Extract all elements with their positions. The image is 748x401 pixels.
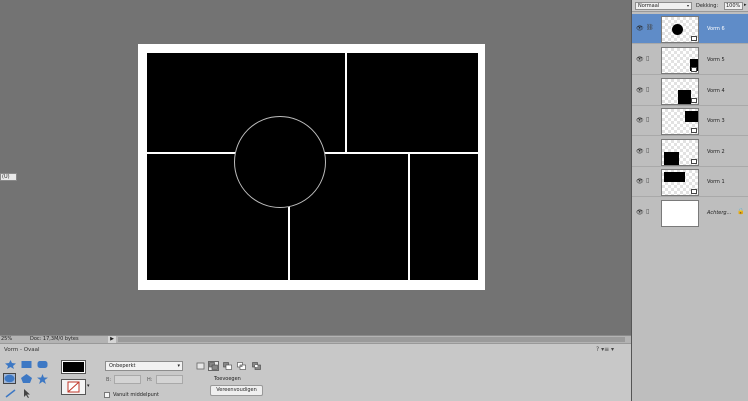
polygon-icon[interactable]: [20, 373, 33, 384]
layer-name[interactable]: Vorm 1: [707, 179, 725, 185]
geometry-style-dropdown[interactable]: Onbeperkt ▾: [105, 361, 183, 371]
layer-name[interactable]: Vorm 4: [707, 88, 725, 94]
selection-arrow-icon[interactable]: [20, 388, 33, 399]
add-shape-mode-icon[interactable]: [208, 361, 219, 371]
status-menu-arrow-icon[interactable]: ▶: [108, 336, 116, 343]
zoom-level[interactable]: 25%: [1, 336, 12, 343]
chevron-down-icon: ▾: [177, 363, 180, 369]
help-menu-icon[interactable]: ? ▾≡ ▾: [596, 346, 614, 353]
new-shape-mode-icon[interactable]: [195, 361, 206, 371]
layer-row[interactable]: 👁 ▯ Achterg... 🔒: [632, 198, 748, 228]
subtract-shape-mode-icon[interactable]: [222, 361, 233, 371]
tool-options-bar: Vorm - Ovaal ? ▾≡ ▾ ▾ Onbeperkt ▾ B: H: …: [0, 343, 631, 401]
link-icon[interactable]: ▯: [646, 177, 649, 184]
link-icon[interactable]: ▯: [646, 55, 649, 62]
layer-name[interactable]: Vorm 3: [707, 118, 725, 124]
layer-thumbnail: [661, 78, 699, 105]
custom-shape-icon[interactable]: [4, 359, 17, 370]
document-info: Doc: 17,3M/0 bytes: [30, 336, 79, 342]
layer-name[interactable]: Vorm 6: [707, 26, 725, 32]
shape-color-swatch[interactable]: [61, 360, 86, 374]
eye-icon[interactable]: 👁: [636, 87, 644, 94]
width-field[interactable]: [114, 375, 141, 384]
layer-row[interactable]: 👁 ▯ Vorm 3: [632, 106, 748, 136]
chevron-down-icon: ▾: [686, 3, 689, 8]
lock-icon[interactable]: 🔒: [737, 208, 744, 215]
eye-icon[interactable]: 👁: [636, 117, 644, 124]
horizontal-scrollbar[interactable]: [118, 337, 625, 342]
document-workspace[interactable]: (U): [0, 0, 631, 335]
opacity-label: Dekking:: [696, 3, 719, 9]
layer-name[interactable]: Vorm 5: [707, 57, 725, 63]
rectangle-icon[interactable]: [20, 359, 33, 370]
intersect-shape-mode-icon[interactable]: [236, 361, 247, 371]
eye-icon[interactable]: 👁: [636, 148, 644, 155]
blend-mode-value: Normaal: [638, 3, 660, 9]
opacity-input[interactable]: 100%: [724, 2, 743, 10]
link-icon[interactable]: ▯: [646, 86, 649, 93]
eye-icon[interactable]: 👁: [636, 25, 644, 32]
from-center-label: Vanuit middelpunt: [113, 392, 159, 398]
rounded-rectangle-icon[interactable]: [36, 359, 49, 370]
eye-icon[interactable]: 👁: [636, 178, 644, 185]
shape-rect-bottom-right[interactable]: [410, 154, 478, 280]
layer-thumbnail: [661, 108, 699, 135]
link-icon[interactable]: ▯: [646, 116, 649, 123]
layer-row[interactable]: 👁 ▯ Vorm 2: [632, 137, 748, 167]
shape-ellipse[interactable]: [234, 116, 326, 208]
layer-thumbnail: [661, 139, 699, 166]
opacity-slider-arrow-icon[interactable]: ▸: [744, 2, 747, 8]
status-bar: 25% Doc: 17,3M/0 bytes ▶: [0, 335, 631, 343]
width-label: B:: [106, 377, 112, 383]
link-icon[interactable]: ▯: [646, 147, 649, 154]
height-label: H:: [147, 377, 153, 383]
exclude-shape-mode-icon[interactable]: [251, 361, 262, 371]
layers-panel: Normaal ▾ Dekking: 100% ▸ 👁 ⛓ Vorm 6 👁 ▯…: [631, 0, 748, 401]
simplify-button[interactable]: Vereenvoudigen: [210, 385, 263, 396]
style-dropdown-arrow-icon[interactable]: ▾: [87, 383, 90, 389]
layer-row[interactable]: 👁 ⛓ Vorm 6: [632, 14, 748, 44]
layer-name[interactable]: Achterg...: [707, 210, 731, 216]
ellipse-icon[interactable]: [3, 373, 16, 384]
eye-icon[interactable]: 👁: [636, 209, 644, 216]
side-tag[interactable]: (U): [0, 173, 17, 181]
eye-icon[interactable]: 👁: [636, 56, 644, 63]
tool-title: Vorm - Ovaal: [4, 347, 40, 353]
layer-thumbnail: [661, 16, 699, 43]
layer-thumbnail: [661, 47, 699, 74]
layer-row[interactable]: 👁 ▯ Vorm 1: [632, 167, 748, 197]
layer-thumbnail: [661, 169, 699, 196]
shape-rect-top-right[interactable]: [347, 53, 478, 152]
layer-thumbnail: [661, 200, 699, 227]
line-icon[interactable]: [4, 388, 17, 399]
from-center-checkbox[interactable]: [104, 392, 110, 398]
blend-mode-dropdown[interactable]: Normaal ▾: [635, 2, 692, 10]
link-icon[interactable]: ⛓: [646, 24, 654, 31]
geometry-style-value: Onbeperkt: [109, 363, 136, 369]
layer-row[interactable]: 👁 ▯ Vorm 5: [632, 45, 748, 75]
link-icon[interactable]: ▯: [646, 208, 649, 215]
height-field[interactable]: [156, 375, 183, 384]
star-icon[interactable]: [36, 373, 49, 384]
shape-style-swatch[interactable]: [61, 379, 86, 395]
combine-mode-label: Toevoegen: [214, 376, 241, 382]
layer-name[interactable]: Vorm 2: [707, 149, 725, 155]
layer-row[interactable]: 👁 ▯ Vorm 4: [632, 76, 748, 106]
layers-panel-header: Normaal ▾ Dekking: 100% ▸: [632, 0, 748, 12]
